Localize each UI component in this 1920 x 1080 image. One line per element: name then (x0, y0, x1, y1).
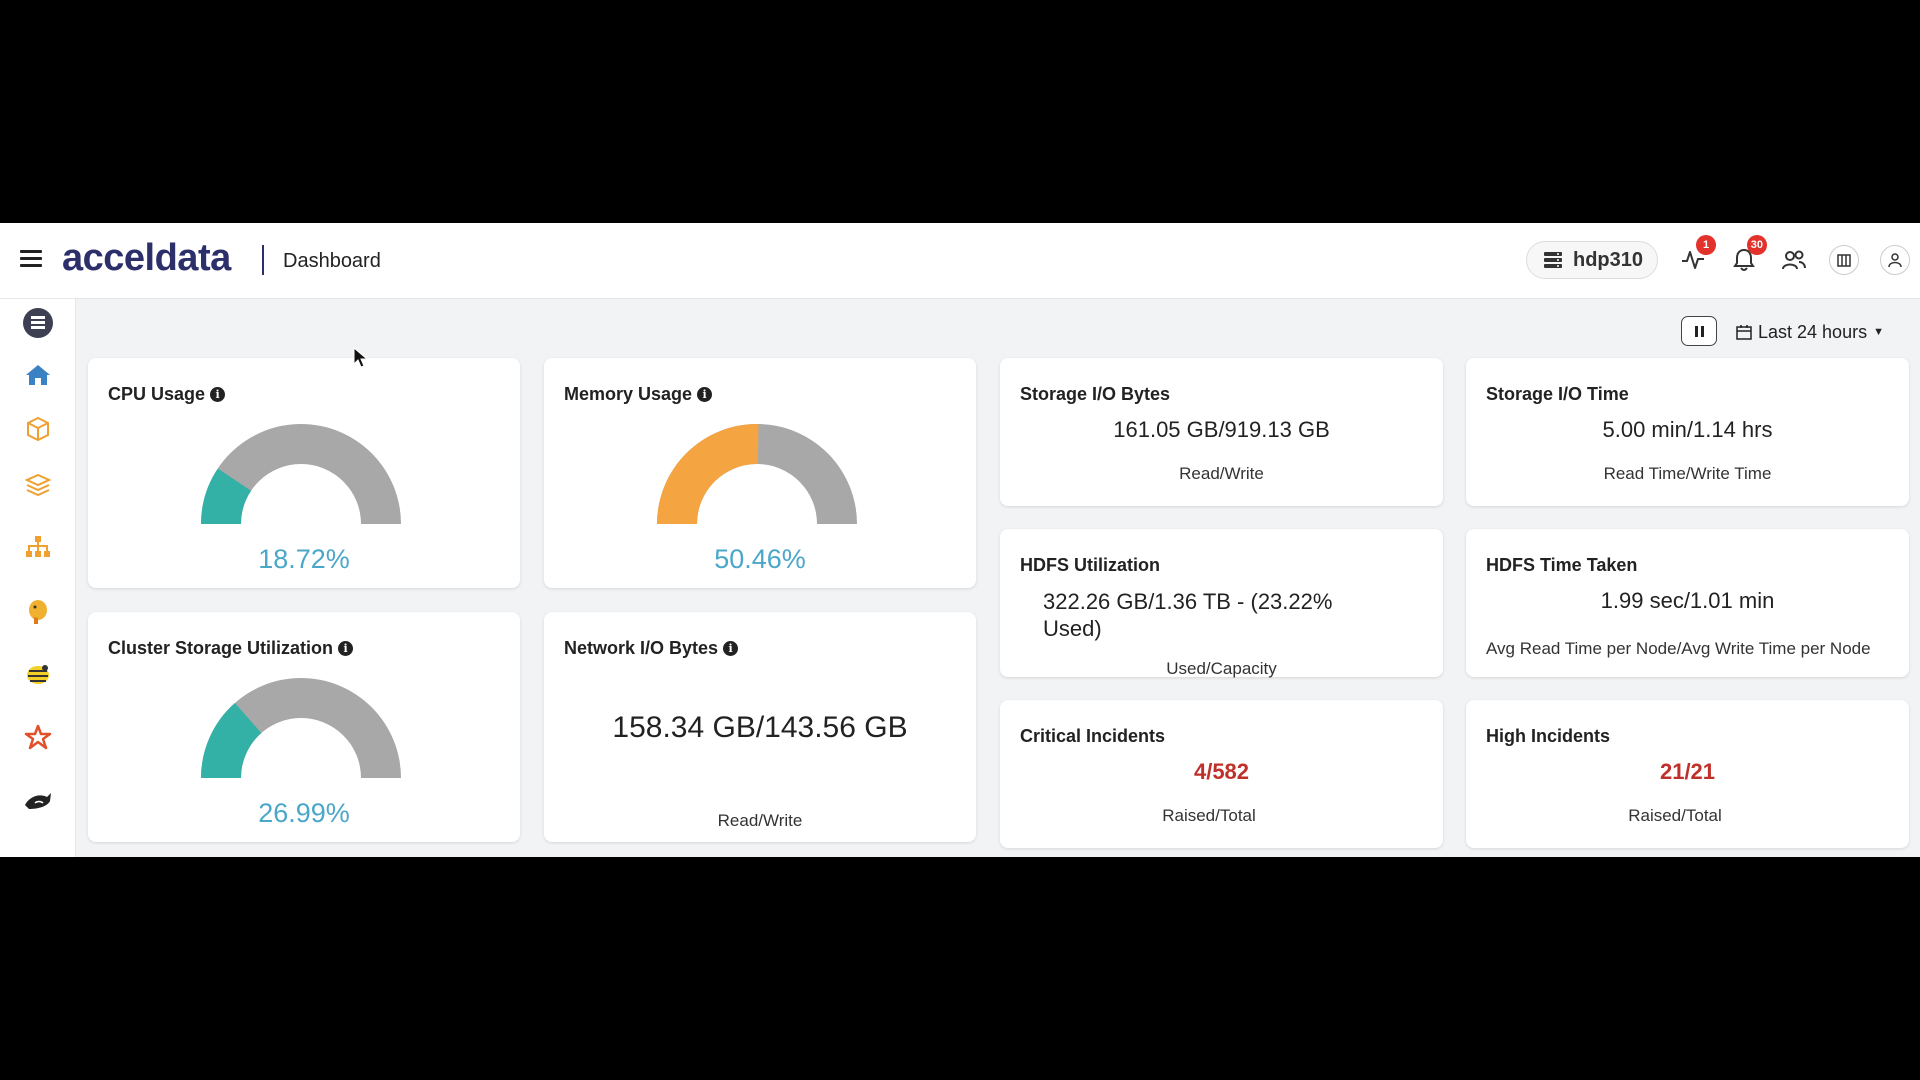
cpu-usage-title-row: CPU Usage i (108, 384, 226, 405)
sidebar-item-home[interactable] (22, 359, 54, 391)
sidebar-item-hadoop[interactable] (22, 595, 54, 627)
info-icon[interactable]: i (338, 641, 354, 656)
organization-button[interactable] (1829, 245, 1859, 275)
info-icon[interactable]: i (697, 387, 713, 402)
cluster-storage-value: 26.99% (258, 798, 350, 828)
top-header: acceldata Dashboard hdp310 1 30 (0, 223, 1920, 299)
cube-icon (27, 416, 49, 442)
storage-io-bytes-card: Storage I/O Bytes 161.05 GB/919.13 GB Re… (1000, 358, 1443, 506)
menu-bar (20, 264, 42, 267)
hdfs-utilization-subtitle: Used/Capacity (1166, 659, 1277, 678)
sidebar-item-spark[interactable] (22, 721, 54, 753)
app-frame: acceldata Dashboard hdp310 1 30 Last 24 … (0, 223, 1920, 857)
hdfs-time-card: HDFS Time Taken 1.99 sec/1.01 min Avg Re… (1466, 529, 1909, 677)
memory-usage-card: Memory Usage i 50.46% (544, 358, 976, 588)
server-icon (23, 308, 53, 338)
sidebar-item-layers[interactable] (22, 469, 54, 501)
memory-usage-value: 50.46% (714, 544, 806, 574)
sidebar-item-topology[interactable] (22, 531, 54, 563)
notifications-badge: 30 (1746, 235, 1767, 255)
storage-io-bytes-subtitle: Read/Write (1179, 464, 1264, 483)
spark-icon (24, 724, 52, 750)
cpu-gauge (201, 424, 401, 524)
header-divider (262, 245, 264, 275)
mouse-cursor-icon (353, 347, 369, 368)
storage-io-time-card: Storage I/O Time 5.00 min/1.14 hrs Read … (1466, 358, 1909, 506)
storage-io-time-subtitle: Read Time/Write Time (1603, 464, 1772, 483)
network-io-title-row: Network I/O Bytes i (564, 638, 739, 659)
sidebar-item-packages[interactable] (22, 413, 54, 445)
notifications-button[interactable]: 30 (1729, 235, 1767, 275)
critical-incidents-card[interactable]: Critical Incidents 4/582 Raised/Total (1000, 700, 1443, 848)
sidebar (0, 299, 76, 857)
cluster-storage-title-row: Cluster Storage Utilization i (108, 638, 354, 659)
high-incidents-subtitle: Raised/Total (1628, 806, 1722, 825)
storage-io-bytes-value: 161.05 GB/919.13 GB (1113, 417, 1330, 442)
hive-icon (27, 665, 49, 684)
user-icon (1888, 253, 1902, 268)
card-title: Memory Usage (564, 384, 693, 404)
users-button[interactable] (1779, 245, 1809, 275)
page-title: Dashboard (283, 250, 381, 272)
high-incidents-value[interactable]: 21/21 (1466, 759, 1909, 785)
card-title: Critical Incidents (1020, 726, 1166, 746)
cluster-storage-gauge (201, 678, 401, 778)
cluster-storage-card: Cluster Storage Utilization i 26.99% (88, 612, 520, 842)
elephant-icon (29, 600, 47, 624)
pause-icon-bar (1700, 325, 1704, 337)
app-logo[interactable]: acceldata (62, 237, 231, 280)
gauge-fill (657, 424, 759, 524)
critical-incidents-subtitle: Raised/Total (1162, 806, 1256, 825)
hdfs-time-value: 1.99 sec/1.01 min (1600, 588, 1775, 613)
menu-bar (20, 250, 42, 253)
card-title: Cluster Storage Utilization (108, 638, 334, 658)
card-title: Storage I/O Time (1486, 384, 1629, 404)
profile-button[interactable] (1880, 245, 1910, 275)
cpu-usage-value: 18.72% (258, 544, 350, 574)
pause-refresh-button[interactable] (1681, 316, 1717, 346)
pause-icon-bar (1694, 325, 1698, 337)
cpu-usage-card: CPU Usage i 18.72% (88, 358, 520, 588)
card-title: Network I/O Bytes (564, 638, 719, 658)
sidebar-item-kafka[interactable] (22, 785, 54, 817)
building-icon (1837, 254, 1851, 267)
caret-down-icon: ▼ (1873, 326, 1884, 338)
card-title: High Incidents (1486, 726, 1611, 746)
sidebar-item-servers[interactable] (22, 307, 54, 339)
alerts-button[interactable]: 1 (1678, 235, 1716, 275)
hdfs-utilization-value: 322.26 GB/1.36 TB - (23.22% Used) (1043, 589, 1333, 641)
orca-icon (25, 793, 51, 809)
home-icon (26, 365, 50, 385)
network-io-value: 158.34 GB/143.56 GB (612, 711, 908, 744)
cluster-name: hdp310 (1573, 248, 1644, 271)
hdfs-time-subtitle: Avg Read Time per Node/Avg Write Time pe… (1486, 639, 1871, 658)
cluster-selector[interactable]: hdp310 (1526, 241, 1658, 279)
time-range-label: Last 24 hours (1758, 321, 1868, 342)
users-icon (1782, 250, 1806, 270)
hdfs-utilization-card: HDFS Utilization 322.26 GB/1.36 TB - (23… (1000, 529, 1443, 678)
alerts-badge: 1 (1696, 235, 1716, 255)
info-icon[interactable]: i (723, 641, 739, 656)
cluster-server-icon (1544, 252, 1562, 268)
storage-io-time-value: 5.00 min/1.14 hrs (1602, 417, 1773, 442)
hierarchy-icon (26, 536, 50, 557)
critical-incidents-value[interactable]: 4/582 (1000, 759, 1443, 785)
calendar-icon (1736, 325, 1752, 340)
network-io-subtitle: Read/Write (717, 811, 803, 830)
card-title: HDFS Time Taken (1486, 555, 1638, 575)
memory-gauge (657, 424, 857, 524)
high-incidents-card[interactable]: High Incidents 21/21 Raised/Total (1466, 700, 1909, 848)
card-title: CPU Usage (108, 384, 206, 404)
sidebar-item-hive[interactable] (22, 659, 54, 691)
info-icon[interactable]: i (210, 387, 226, 402)
layers-icon (25, 473, 51, 497)
menu-toggle-button[interactable] (20, 250, 42, 268)
menu-bar (20, 257, 42, 260)
card-title: HDFS Utilization (1020, 555, 1160, 575)
time-range-selector[interactable]: Last 24 hours ▼ (1736, 318, 1884, 346)
network-io-card: Network I/O Bytes i 158.34 GB/143.56 GB … (544, 612, 976, 842)
memory-usage-title-row: Memory Usage i (564, 384, 713, 405)
card-title: Storage I/O Bytes (1020, 384, 1171, 404)
